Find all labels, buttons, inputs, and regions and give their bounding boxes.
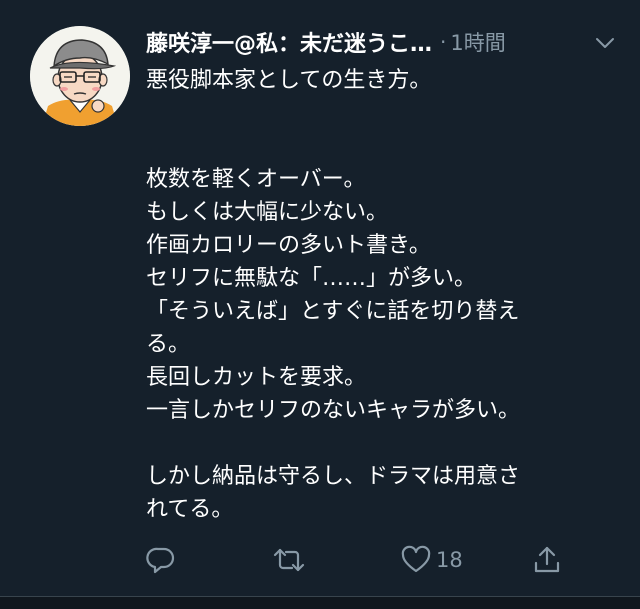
tweet-text-line xyxy=(146,130,616,163)
tweet-actions: 18 xyxy=(146,540,566,580)
share-icon xyxy=(534,546,560,573)
avatar-illustration-icon xyxy=(30,26,130,126)
tweet-text-line: セリフに無駄な「……」が多い。 xyxy=(146,266,477,291)
heart-icon xyxy=(401,545,431,573)
like-count: 18 xyxy=(436,548,463,572)
tweet-text-line xyxy=(146,427,616,460)
share-button[interactable] xyxy=(532,540,562,580)
tweet-text-line: 作画カロリーの多いト書き。 xyxy=(146,233,431,258)
tweet-text-line: 「そういえば」とすぐに話を切り替え xyxy=(146,299,520,324)
retweet-button[interactable] xyxy=(272,540,306,580)
retweet-icon xyxy=(273,548,305,572)
avatar[interactable] xyxy=(30,26,130,126)
tweet-text-line: 枚数を軽くオーバー。 xyxy=(146,167,366,192)
reply-icon xyxy=(146,547,175,574)
tweet-text-line: 一言しかセリフのないキャラが多い。 xyxy=(146,398,521,423)
like-button[interactable]: 18 xyxy=(400,540,463,580)
tweet-divider xyxy=(0,596,640,609)
tweet-text-line: 長回しカットを要求。 xyxy=(146,365,367,390)
tweet-text: 悪役脚本家としての生き方。 枚数を軽くオーバー。 もしくは大幅に少ない。 作画カ… xyxy=(146,64,616,526)
display-name[interactable]: 藤咲淳一@私：未だ迷うこ… xyxy=(146,26,432,58)
tweet-text-line: しかし納品は守るし、ドラマは用意さ xyxy=(146,464,521,489)
chevron-down-icon[interactable] xyxy=(594,32,616,54)
tweet-text-line: 悪役脚本家としての生き方。 xyxy=(146,68,432,93)
tweet-header: 藤咲淳一@私：未だ迷うこ… · 1時間 xyxy=(146,26,616,58)
tweet-text-line xyxy=(146,97,616,130)
tweet[interactable]: 藤咲淳一@私：未だ迷うこ… · 1時間 悪役脚本家としての生き方。 枚数を軽くオ… xyxy=(0,0,640,596)
timestamp[interactable]: 1時間 xyxy=(450,27,505,57)
tweet-text-line: れてる。 xyxy=(146,497,234,522)
tweet-text-line: る。 xyxy=(146,332,191,357)
separator-dot: · xyxy=(440,30,447,54)
tweet-text-line: もしくは大幅に少ない。 xyxy=(146,200,389,225)
reply-button[interactable] xyxy=(146,540,176,580)
